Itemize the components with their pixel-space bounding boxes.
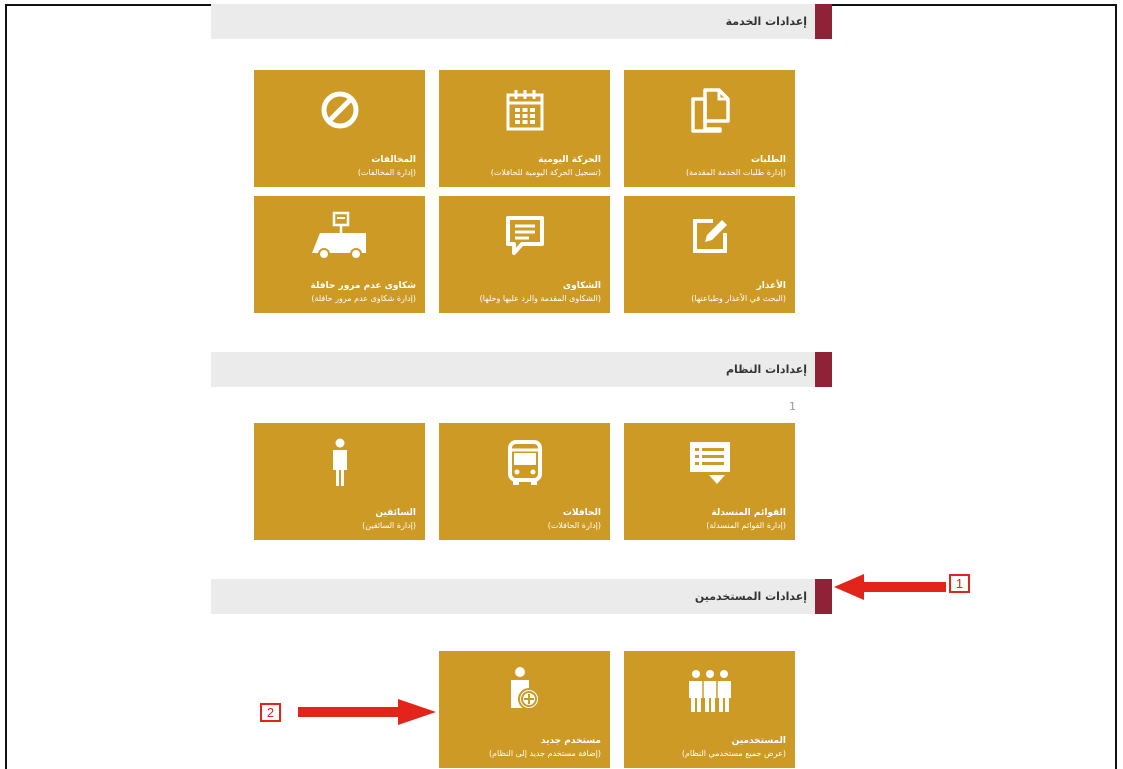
tile-subtitle: (إدارة القوائم المنسدلة) <box>706 521 786 530</box>
tile-subtitle: (تسجيل الحركة اليومية للحافلات) <box>490 168 601 177</box>
tile-excuses[interactable]: الأعذار (البحث في الأعذار وطباعتها) <box>624 196 795 313</box>
tile-title: الحافلات <box>562 508 601 518</box>
list-icon <box>624 437 795 489</box>
tile-subtitle: (عرض جميع مستخدمي النظام) <box>681 749 786 758</box>
annotation-arrow-2 <box>298 699 436 725</box>
group-icon <box>624 665 795 717</box>
calendar-icon <box>439 84 610 136</box>
tile-title: المستخدمين <box>731 736 786 746</box>
section-accent-bar <box>815 579 832 614</box>
edit-icon <box>624 210 795 262</box>
tile-title: الحركة اليومية <box>538 155 601 165</box>
tile-subtitle: (إدارة طلبات الخدمة المقدمة) <box>685 168 786 177</box>
tile-requests[interactable]: الطلبات (إدارة طلبات الخدمة المقدمة) <box>624 70 795 187</box>
tile-complaints[interactable]: الشكاوى (الشكاوى المقدمة والرد عليها وحل… <box>439 196 610 313</box>
tile-title: المخالفات <box>371 155 416 165</box>
bus-icon <box>439 437 610 489</box>
tile-title: الأعذار <box>756 281 786 291</box>
annotation-callout-1: 1 <box>949 574 970 593</box>
page-number: 1 <box>789 400 796 413</box>
tile-subtitle: (البحث في الأعذار وطباعتها) <box>691 294 786 303</box>
section-title: إعدادات النظام <box>725 363 807 376</box>
annotation-arrow-1 <box>834 574 946 600</box>
tile-daily-movement[interactable]: الحركة اليومية (تسجيل الحركة اليومية للح… <box>439 70 610 187</box>
section-title: إعدادات المستخدمين <box>694 590 807 603</box>
annotation-callout-2: 2 <box>260 703 281 722</box>
tile-title: الشكاوى <box>562 281 601 291</box>
ban-icon <box>254 84 425 136</box>
tile-title: الطلبات <box>750 155 786 165</box>
tile-title: السائقين <box>375 508 416 518</box>
tile-subtitle: (إدارة الحافلات) <box>547 521 601 530</box>
section-header-users: إعدادات المستخدمين <box>211 579 832 614</box>
copy-icon <box>624 84 795 136</box>
section-header-system: إعدادات النظام <box>211 352 832 387</box>
tile-buses[interactable]: الحافلات (إدارة الحافلات) <box>439 423 610 540</box>
tile-bus-complaints[interactable]: شكاوى عدم مرور حافلة (إدارة شكاوى عدم مر… <box>254 196 425 313</box>
tile-subtitle: (إضافة مستخدم جديد إلى النظام) <box>488 749 601 758</box>
tile-subtitle: (إدارة المخالفات) <box>357 168 416 177</box>
tile-drivers[interactable]: السائقين (إدارة السائقين) <box>254 423 425 540</box>
tile-subtitle: (الشكاوى المقدمة والرد عليها وحلها) <box>479 294 601 303</box>
section-title: إعدادات الخدمة <box>725 15 807 28</box>
tile-dropdown-lists[interactable]: القوائم المنسدلة (إدارة القوائم المنسدلة… <box>624 423 795 540</box>
person-icon <box>254 437 425 489</box>
section-accent-bar <box>815 4 832 39</box>
add-user-icon <box>439 665 610 717</box>
bus-stop-icon <box>254 210 425 262</box>
tile-title: مستخدم جديد <box>540 736 601 746</box>
tile-subtitle: (إدارة السائقين) <box>362 521 416 530</box>
tile-new-user[interactable]: مستخدم جديد (إضافة مستخدم جديد إلى النظا… <box>439 651 610 768</box>
section-accent-bar <box>815 352 832 387</box>
tile-subtitle: (إدارة شكاوى عدم مرور حافلة) <box>311 294 416 303</box>
tile-title: القوائم المنسدلة <box>711 508 786 518</box>
tile-users[interactable]: المستخدمين (عرض جميع مستخدمي النظام) <box>624 651 795 768</box>
tile-title: شكاوى عدم مرور حافلة <box>310 281 417 291</box>
tile-violations[interactable]: المخالفات (إدارة المخالفات) <box>254 70 425 187</box>
section-header-service: إعدادات الخدمة <box>211 4 832 39</box>
chat-icon <box>439 210 610 262</box>
